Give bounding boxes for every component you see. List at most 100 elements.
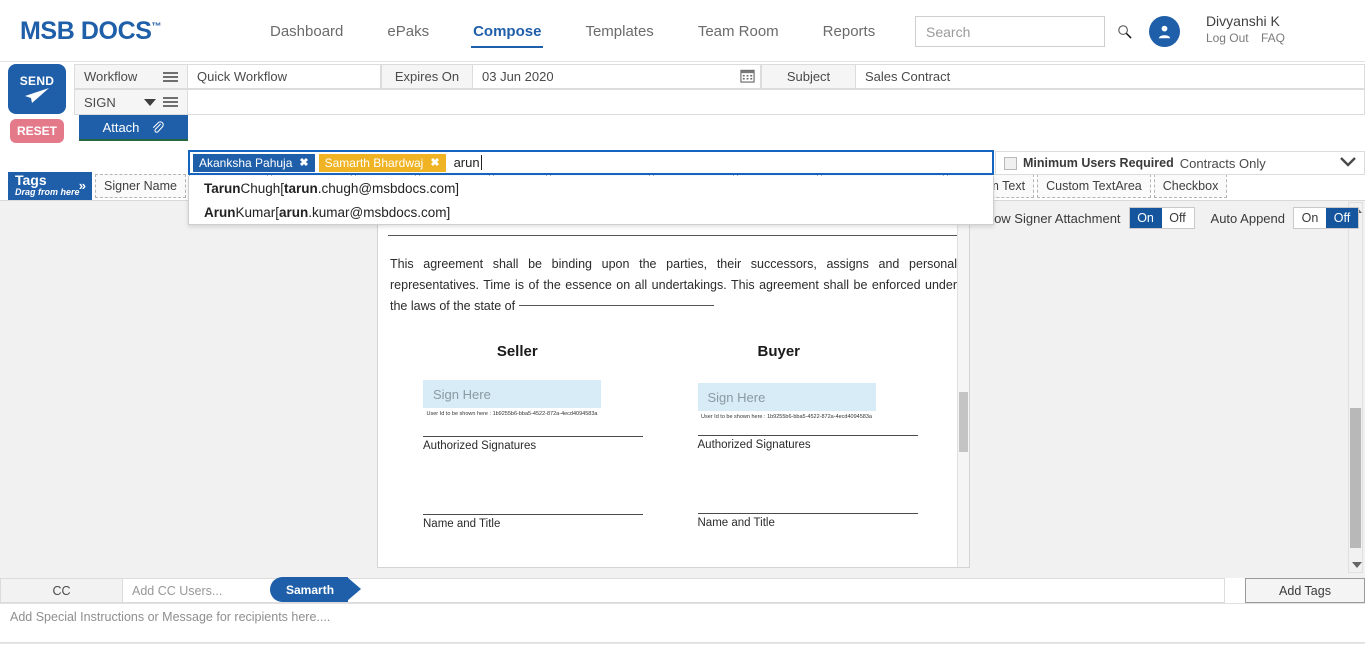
workflow-value-cell[interactable]: Quick Workflow [188, 64, 381, 89]
recipient-chip[interactable]: Samarth Bhardwaj ✖ [319, 154, 446, 172]
avatar[interactable] [1149, 16, 1180, 47]
signer-callout-samarth[interactable]: Samarth [270, 577, 348, 602]
close-icon[interactable]: ✖ [430, 156, 439, 169]
toggle-on-option[interactable]: On [1294, 208, 1326, 228]
recipient-chip[interactable]: Akanksha Pahuja ✖ [193, 154, 315, 172]
search-icon[interactable] [1117, 24, 1132, 39]
page-inner-scrollbar[interactable] [957, 202, 969, 567]
attach-button-label: Attach [103, 120, 140, 135]
recipients-input-wrapper[interactable]: Akanksha Pahuja ✖ Samarth Bhardwaj ✖ aru… [188, 150, 994, 175]
minimum-users-checkbox[interactable] [1004, 157, 1017, 170]
tag-checkbox[interactable]: Checkbox [1154, 174, 1228, 198]
nav-item-epaks[interactable]: ePaks [365, 0, 451, 62]
option-bold-name: Tarun [204, 181, 241, 196]
workflow-label-cell: Workflow [74, 64, 188, 89]
nav-item-dashboard[interactable]: Dashboard [248, 0, 365, 62]
nav-label: Reports [823, 23, 876, 40]
autocomplete-option[interactable]: Arun Kumar[arun.kumar@msbdocs.com] [189, 200, 993, 224]
buyer-user-id-note: User Id to be shown here : 1b9255b6-bba5… [698, 414, 876, 421]
document-rule [388, 235, 959, 236]
search-input[interactable] [916, 24, 1117, 40]
page-inner-scrollbar-thumb[interactable] [959, 392, 968, 452]
horizontal-scrollbar[interactable] [0, 643, 1365, 651]
chevron-right-icon[interactable]: » [79, 178, 86, 193]
toolbar-row-sign: SIGN [74, 89, 1365, 115]
toggle-off-option[interactable]: Off [1326, 208, 1358, 228]
toolbar-row-attach [74, 115, 1365, 142]
seller-user-id-note: User Id to be shown here : 1b9255b6-bba5… [423, 411, 601, 418]
seller-name-and-title-label: Name and Title [423, 518, 674, 530]
expires-label: Expires On [395, 69, 459, 84]
option-tail: .kumar@msbdocs.com] [308, 205, 450, 220]
main-scrollbar-thumb[interactable] [1350, 408, 1361, 548]
toggles-row: Allow Signer Attachment On Off Auto Appe… [980, 207, 1359, 229]
workflow-value: Quick Workflow [197, 69, 287, 84]
recipient-chip-label: Samarth Bhardwaj [325, 156, 424, 170]
recipient-search-input[interactable]: arun [450, 155, 482, 170]
subject-label: Subject [787, 69, 830, 84]
add-tags-button[interactable]: Add Tags [1245, 578, 1365, 603]
buyer-heading: Buyer [674, 343, 925, 360]
send-button[interactable]: SEND [8, 64, 66, 114]
minimum-users-label: Minimum Users Required [1023, 156, 1174, 170]
send-button-label: SEND [20, 75, 55, 87]
recipients-cell [188, 89, 1365, 115]
nav-label: ePaks [387, 23, 429, 40]
close-icon[interactable]: ✖ [299, 156, 308, 169]
user-name: Divyanshi K [1206, 13, 1285, 30]
toggle-off-option[interactable]: Off [1162, 208, 1194, 228]
main-vertical-scrollbar[interactable] [1348, 202, 1363, 573]
action-menu-icon[interactable] [163, 97, 178, 107]
paperclip-icon [151, 121, 164, 134]
autocomplete-option[interactable]: Tarun Chugh[tarun.chugh@msbdocs.com] [189, 176, 993, 200]
document-blank-line [519, 305, 714, 306]
tags-panel-header[interactable]: Tags Drag from here » [8, 172, 92, 200]
calendar-icon[interactable] [740, 68, 755, 86]
workflow-menu-icon[interactable] [163, 72, 178, 82]
allow-signer-attachment-toggle[interactable]: On Off [1129, 207, 1195, 229]
logo-text: MSB DOCS [20, 17, 152, 45]
message-area [0, 603, 1365, 643]
option-tail: .chugh@msbdocs.com] [318, 181, 459, 196]
signer-callout-label: Samarth [286, 583, 334, 597]
expires-value: 03 Jun 2020 [482, 69, 554, 84]
attach-button[interactable]: Attach [79, 115, 188, 141]
logout-link[interactable]: Log Out [1206, 31, 1249, 45]
faq-link[interactable]: FAQ [1261, 31, 1285, 45]
compose-toolbar: SEND RESET Workflow Quick Workflow Expir… [0, 62, 1365, 176]
seller-signature-line [423, 436, 643, 437]
tags-title: Tags [15, 174, 80, 187]
toolbar-row-workflow: Workflow Quick Workflow Expires On 03 Ju… [74, 64, 1365, 89]
tag-signer-name[interactable]: Signer Name [95, 174, 186, 198]
buyer-name-and-title-label: Name and Title [698, 517, 925, 529]
subject-value-cell[interactable]: Sales Contract [856, 64, 1365, 89]
action-type-cell[interactable]: SIGN [74, 89, 188, 115]
reset-button[interactable]: RESET [10, 119, 64, 143]
minimum-users-value: Contracts Only [1180, 156, 1266, 171]
chevron-down-icon[interactable] [144, 99, 156, 106]
nav-item-templates[interactable]: Templates [563, 0, 675, 62]
option-bold-email: tarun [284, 181, 318, 196]
subject-value: Sales Contract [865, 69, 950, 84]
action-type-label: SIGN [84, 95, 116, 110]
special-instructions-input[interactable] [0, 604, 1365, 642]
recipient-autocomplete-list: Tarun Chugh[tarun.chugh@msbdocs.com] Aru… [188, 176, 994, 225]
seller-name-title-line [423, 514, 643, 515]
tags-subtitle: Drag from here [15, 187, 80, 198]
expires-label-cell: Expires On [381, 64, 473, 89]
chevron-down-icon[interactable] [1340, 154, 1356, 172]
option-bold-name: Arun [204, 205, 236, 220]
nav-item-team-room[interactable]: Team Room [676, 0, 801, 62]
expires-value-cell[interactable]: 03 Jun 2020 [473, 64, 761, 89]
toggle-on-option[interactable]: On [1130, 208, 1162, 228]
auto-append-toggle[interactable]: On Off [1293, 207, 1359, 229]
tag-custom-textarea[interactable]: Custom TextArea [1037, 174, 1151, 198]
nav-item-reports[interactable]: Reports [801, 0, 898, 62]
nav-item-compose[interactable]: Compose [451, 0, 563, 62]
seller-heading: Seller [423, 343, 674, 360]
option-mid: Chugh[ [241, 181, 285, 196]
cc-row: CC Add Tags [0, 578, 1365, 603]
seller-sign-here-field[interactable]: Sign Here [423, 380, 601, 408]
scroll-down-arrow-icon[interactable] [1352, 562, 1362, 568]
buyer-sign-here-field[interactable]: Sign Here [698, 383, 876, 411]
